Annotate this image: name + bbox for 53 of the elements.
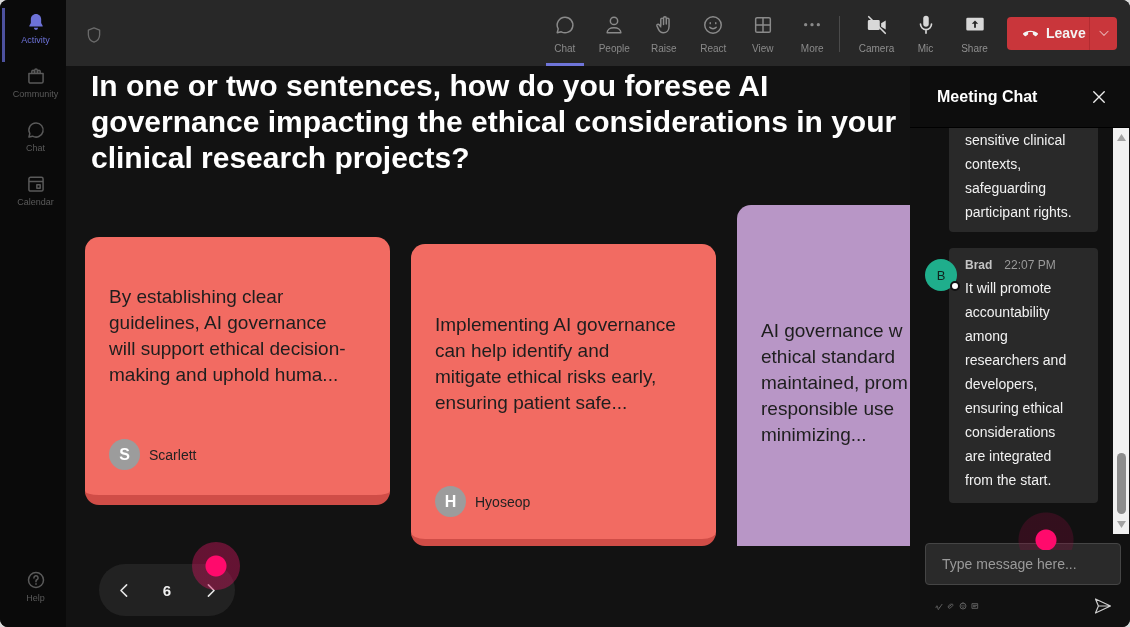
toolbar-button[interactable]: View	[738, 0, 788, 66]
toolbar-button[interactable]: Raise	[639, 0, 689, 66]
toolbar-button[interactable]: React	[688, 0, 738, 66]
paperclip-icon[interactable]	[947, 602, 955, 610]
response-card[interactable]: Implementing AI governance can help identify and mitigate ethical risks early, ensuring patient safe... H Hyoseop	[411, 244, 716, 546]
smiley-icon	[702, 14, 725, 36]
response-card[interactable]: AI governance w ethical standard maintained, prom responsible use minimizing...	[737, 205, 910, 546]
leave-menu-button[interactable]	[1089, 16, 1117, 50]
shield-icon	[85, 24, 103, 46]
author-name: Hyoseop	[475, 493, 531, 510]
avatar: H	[435, 486, 466, 517]
chat-bubble-icon	[25, 120, 46, 140]
send-icon	[1093, 596, 1113, 616]
message-text: sensitive clinical contexts, safeguarding participant rights.	[965, 131, 1073, 222]
scrollbar[interactable]	[1113, 128, 1129, 534]
calendar-icon	[25, 174, 46, 194]
card-text: AI governance w ethical standard maintained, prom responsible use minimizing...	[761, 319, 909, 447]
dots-icon	[804, 23, 821, 27]
message-text: It will promote accountability among researchers and developers, ensuring ethical considerations are integrated from the start.	[965, 279, 1068, 490]
page-number: 6	[161, 581, 173, 599]
question-title: In one or two sentences, how do you foresee AI governance impacting the ethical considerations in your clinical research projects?	[91, 68, 898, 176]
squiggle-icon[interactable]	[935, 602, 943, 610]
avatar: B	[925, 259, 957, 291]
scrollbar-thumb[interactable]	[1116, 453, 1126, 514]
response-card[interactable]: By establishing clear guidelines, AI governance will support ethical decision- making and uphold huma... S Scarlett	[85, 237, 390, 505]
sidebar-item[interactable]: Chat	[2, 116, 66, 170]
toolbar-button[interactable]: More	[787, 0, 837, 66]
send-button[interactable]	[1093, 596, 1113, 616]
toolbar-button[interactable]: People	[589, 0, 639, 66]
triangle-down-icon[interactable]	[1116, 521, 1126, 528]
author-name: Scarlett	[149, 446, 197, 463]
sticker-icon[interactable]	[971, 602, 979, 610]
card-text: By establishing clear guidelines, AI governance will support ethical decision- making and uphold huma...	[109, 285, 347, 387]
message-input[interactable]: Type message here...	[925, 543, 1121, 585]
sender-name: Brad	[965, 257, 993, 273]
avatar: S	[109, 439, 140, 470]
sidebar-item[interactable]: Community	[2, 62, 66, 116]
chat-title: Meeting Chat	[937, 87, 1039, 106]
leave-button[interactable]: Leave	[1007, 16, 1089, 50]
message-time: 22:07 PM	[1004, 257, 1056, 273]
triangle-up-icon[interactable]	[1116, 134, 1126, 141]
toolbar-button[interactable]: Mic	[901, 0, 950, 66]
card-text: Implementing AI governance can help identify and mitigate ethical risks early, ensuring patient safe...	[435, 313, 677, 415]
camera-slash-icon	[865, 14, 888, 36]
help-icon	[25, 570, 46, 590]
sidebar-item[interactable]: Calendar	[2, 170, 66, 224]
toolbar-button[interactable]: Share	[950, 0, 999, 66]
toolbar-button[interactable]: Camera	[852, 0, 901, 66]
smiley-icon[interactable]	[959, 602, 967, 610]
people-box-icon	[25, 66, 46, 86]
help-item[interactable]: Help	[2, 566, 66, 604]
chat-bubble-icon	[553, 14, 576, 36]
click-indicator-icon	[1018, 512, 1074, 550]
